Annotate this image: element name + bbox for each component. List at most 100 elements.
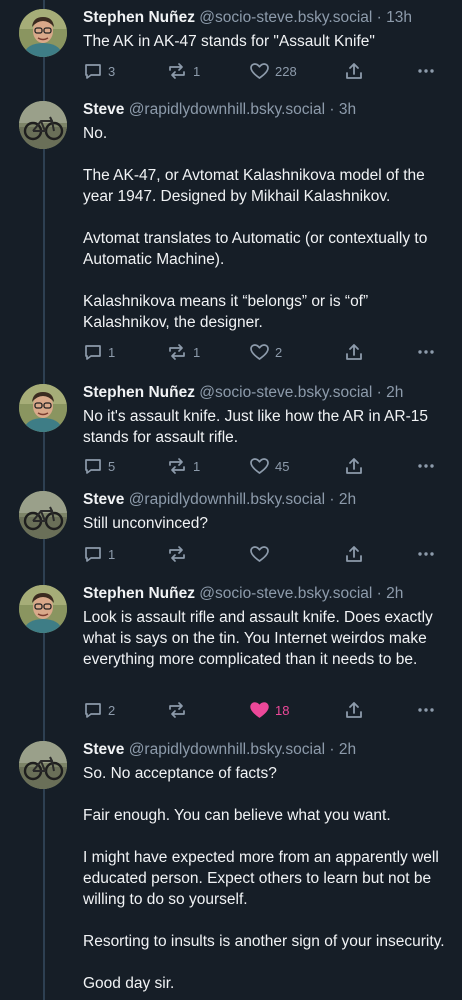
repost-icon	[166, 700, 188, 720]
post-text: The AK-47, or Avtomat Kalashnikova model…	[83, 167, 425, 205]
post-actions: 1 1 2	[83, 341, 448, 363]
reply-button[interactable]: 1	[83, 342, 115, 362]
repost-icon	[166, 456, 188, 476]
post-time[interactable]: · 2h	[329, 741, 356, 758]
post-text: Kalashnikova means it “belongs” or is “o…	[83, 293, 369, 331]
like-button[interactable]: 45	[249, 456, 289, 476]
share-icon	[344, 544, 364, 564]
heart-icon	[249, 342, 270, 362]
post-text: I might have expected more from an appar…	[83, 849, 439, 908]
post-body: No it's assault knife. Just like how the…	[83, 406, 448, 448]
author-name[interactable]: Steve	[83, 101, 124, 118]
post-content: Stephen Nuñez @socio-steve.bsky.social ·…	[83, 383, 448, 474]
reply-button[interactable]: 3	[83, 61, 115, 81]
share-icon	[344, 700, 364, 720]
more-options-icon	[416, 544, 436, 564]
post-header: Stephen Nuñez @socio-steve.bsky.social ·…	[83, 383, 448, 403]
like-count: 228	[275, 63, 297, 79]
author-handle[interactable]: @socio-steve.bsky.social	[199, 9, 372, 26]
share-button[interactable]	[344, 61, 364, 81]
author-name[interactable]: Steve	[83, 491, 124, 508]
like-count: 18	[275, 702, 290, 718]
like-button[interactable]	[249, 544, 275, 564]
author-name[interactable]: Steve	[83, 741, 124, 758]
author-name[interactable]: Stephen Nuñez	[83, 9, 195, 26]
post-body: Still unconvinced?	[83, 513, 448, 534]
post-actions: 5 1 45	[83, 455, 448, 477]
avatar[interactable]	[19, 9, 67, 57]
author-handle[interactable]: @rapidlydownhill.bsky.social	[129, 491, 325, 508]
share-button[interactable]	[344, 700, 364, 720]
share-button[interactable]	[344, 456, 364, 476]
post-time[interactable]: · 2h	[377, 384, 404, 401]
repost-button[interactable]	[166, 700, 193, 720]
reply-count: 1	[108, 546, 116, 562]
post-header: Steve @rapidlydownhill.bsky.social · 3h	[83, 100, 448, 120]
post-text: Good day sir.	[83, 975, 175, 992]
reply-button[interactable]: 1	[83, 544, 115, 564]
avatar[interactable]	[19, 384, 67, 432]
author-handle[interactable]: @socio-steve.bsky.social	[199, 585, 372, 602]
post-text: No it's assault knife. Just like how the…	[83, 408, 428, 446]
like-button[interactable]: 18	[249, 700, 289, 720]
post-actions: 3 1 228	[83, 60, 448, 82]
post-body: So. No acceptance of facts? Fair enough. …	[83, 763, 448, 994]
reply-icon	[83, 61, 103, 81]
reply-count: 3	[108, 63, 116, 79]
post-body: No. The AK-47, or Avtomat Kalashnikova mo…	[83, 123, 448, 333]
more-options-button[interactable]	[416, 456, 436, 476]
more-options-icon	[416, 61, 436, 81]
reply-count: 5	[108, 458, 116, 474]
reply-icon	[83, 700, 103, 720]
post-time[interactable]: · 13h	[377, 9, 412, 26]
author-handle[interactable]: @rapidlydownhill.bsky.social	[129, 741, 325, 758]
more-options-icon	[416, 700, 436, 720]
repost-button[interactable]: 1	[166, 342, 200, 362]
like-count: 2	[275, 344, 283, 360]
more-options-button[interactable]	[416, 700, 436, 720]
more-options-button[interactable]	[416, 342, 436, 362]
repost-button[interactable]	[166, 544, 193, 564]
post-header: Steve @rapidlydownhill.bsky.social · 2h	[83, 740, 448, 760]
post-content: Steve @rapidlydownhill.bsky.social · 3h N…	[83, 100, 448, 360]
like-count: 45	[275, 458, 290, 474]
author-handle[interactable]: @socio-steve.bsky.social	[199, 384, 372, 401]
more-options-button[interactable]	[416, 544, 436, 564]
repost-count: 1	[193, 458, 201, 474]
repost-button[interactable]: 1	[166, 456, 200, 476]
post-text: No.	[83, 125, 108, 142]
repost-count: 1	[193, 344, 201, 360]
repost-icon	[166, 544, 188, 564]
heart-icon	[249, 544, 270, 564]
repost-count: 1	[193, 63, 201, 79]
more-options-button[interactable]	[416, 61, 436, 81]
reply-count: 2	[108, 702, 116, 718]
post-time[interactable]: · 3h	[329, 101, 356, 118]
avatar[interactable]	[19, 491, 67, 539]
post-text: Still unconvinced?	[83, 515, 208, 532]
avatar[interactable]	[19, 585, 67, 633]
share-button[interactable]	[344, 342, 364, 362]
author-handle[interactable]: @rapidlydownhill.bsky.social	[129, 101, 325, 118]
post-text: Avtomat translates to Automatic (or cont…	[83, 230, 428, 268]
reply-button[interactable]: 2	[83, 700, 115, 720]
repost-button[interactable]: 1	[166, 61, 200, 81]
share-button[interactable]	[344, 544, 364, 564]
author-name[interactable]: Stephen Nuñez	[83, 384, 195, 401]
like-button[interactable]: 228	[249, 61, 297, 81]
author-name[interactable]: Stephen Nuñez	[83, 585, 195, 602]
post-header: Stephen Nuñez @socio-steve.bsky.social ·…	[83, 8, 448, 28]
post-time[interactable]: · 2h	[329, 491, 356, 508]
post-text: So. No acceptance of facts?	[83, 765, 277, 782]
reply-button[interactable]: 5	[83, 456, 115, 476]
avatar[interactable]	[19, 101, 67, 149]
post-text: Look is assault rifle and assault knife.…	[83, 609, 433, 668]
avatar[interactable]	[19, 741, 67, 789]
like-button[interactable]: 2	[249, 342, 282, 362]
post-time[interactable]: · 2h	[377, 585, 404, 602]
post-text: The AK in AK-47 stands for "Assault Knif…	[83, 33, 375, 50]
post-content: Stephen Nuñez @socio-steve.bsky.social ·…	[83, 584, 448, 718]
share-icon	[344, 61, 364, 81]
reply-icon	[83, 456, 103, 476]
repost-icon	[166, 61, 188, 81]
